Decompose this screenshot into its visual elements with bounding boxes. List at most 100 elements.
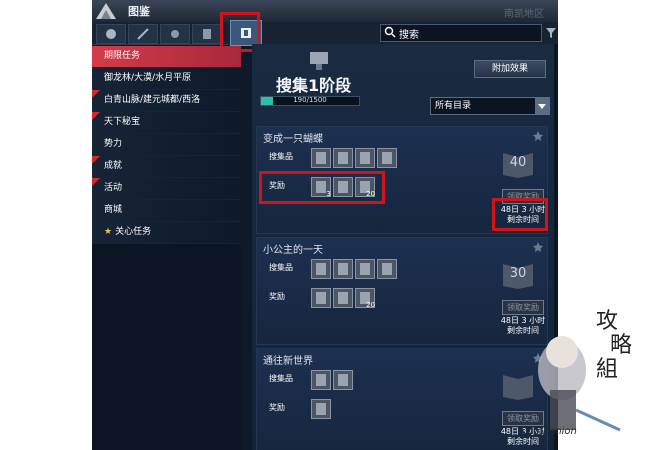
card-title: 小公主的一天 bbox=[263, 245, 323, 256]
title-bar: 图鉴 南凯地区 bbox=[92, 0, 558, 22]
reward-label: 奖励 bbox=[269, 403, 285, 412]
star-icon: ★ bbox=[104, 227, 113, 237]
item-slot[interactable] bbox=[377, 148, 397, 168]
sidebar-item[interactable]: 商城 bbox=[92, 200, 241, 222]
sidebar: 期限任务御龙林/大漠/水月平原 白青山脉/建元城都/西洛 天下秘宝势力成就活动商城 ★… bbox=[92, 46, 241, 450]
item-slot[interactable] bbox=[355, 148, 375, 168]
flag-icon bbox=[92, 156, 100, 164]
tab-accessory[interactable] bbox=[160, 24, 190, 44]
book-icon bbox=[203, 29, 211, 39]
item-slot[interactable] bbox=[311, 148, 331, 168]
highlight-remaining bbox=[492, 198, 548, 231]
tab-weapon[interactable] bbox=[128, 24, 158, 44]
region-label: 南凯地区 bbox=[504, 9, 544, 20]
sidebar-item-label: 天下秘宝 bbox=[104, 117, 141, 127]
item-slot[interactable] bbox=[333, 148, 353, 168]
search-icon bbox=[384, 26, 396, 38]
book-value: 30 bbox=[509, 266, 527, 281]
sidebar-item[interactable]: 势力 bbox=[92, 134, 241, 156]
dropdown-value: 所有目录 bbox=[435, 101, 472, 111]
flag-icon bbox=[92, 178, 100, 186]
reward-items: 20 bbox=[311, 288, 375, 309]
sidebar-item-label: 期限任务 bbox=[104, 51, 141, 61]
item-icon bbox=[316, 152, 326, 164]
item-slot[interactable] bbox=[333, 259, 353, 279]
category-dropdown[interactable]: 所有目录 bbox=[430, 97, 550, 115]
item-slot[interactable] bbox=[311, 370, 331, 390]
sidebar-item[interactable]: 活动 bbox=[92, 178, 241, 200]
filter-icon[interactable] bbox=[546, 28, 556, 38]
tab-misc[interactable] bbox=[192, 24, 222, 44]
item-icon bbox=[316, 374, 326, 386]
item-icon bbox=[338, 152, 348, 164]
search-box[interactable]: 搜索 bbox=[380, 24, 542, 42]
sidebar-item-label: 关心任务 bbox=[115, 227, 152, 237]
stage-progress-bar: 190/1500 bbox=[260, 96, 360, 106]
sidebar-item[interactable]: 期限任务 bbox=[92, 46, 241, 68]
category-tabs: 搜索 bbox=[92, 20, 558, 46]
sidebar-item[interactable]: 御龙林/大漠/水月平原 bbox=[92, 68, 241, 90]
flag-icon bbox=[92, 90, 100, 98]
progress-text: 190/1500 bbox=[293, 96, 327, 104]
collect-label: 搜集品 bbox=[269, 374, 293, 383]
item-icon bbox=[316, 403, 326, 415]
svg-text:略: 略 bbox=[610, 333, 632, 358]
chevron-down-icon bbox=[535, 98, 549, 114]
svg-text:攻: 攻 bbox=[596, 309, 618, 334]
star-icon[interactable] bbox=[533, 242, 543, 252]
item-icon bbox=[338, 374, 348, 386]
collect-label: 搜集品 bbox=[269, 263, 293, 272]
sidebar-item-label: 御龙林/大漠/水月平原 bbox=[104, 73, 192, 83]
flag-icon bbox=[92, 112, 100, 120]
item-icon bbox=[316, 263, 326, 275]
sidebar-item-label: 白青山脉/建元城都/西洛 bbox=[104, 95, 201, 105]
item-slot[interactable] bbox=[355, 259, 375, 279]
emblem-icon bbox=[310, 52, 328, 70]
reward-label: 奖励 bbox=[269, 292, 285, 301]
item-slot[interactable] bbox=[377, 259, 397, 279]
collection-card: 小公主的一天 搜集品 奖励 20 30 领取奖励 48日 3 小时 剩余时间 bbox=[256, 237, 548, 345]
item-icon bbox=[338, 263, 348, 275]
item-slot[interactable]: 20 bbox=[355, 288, 375, 309]
book-icon: 40 bbox=[501, 149, 535, 179]
watermark-text: Companion bbox=[520, 426, 577, 437]
item-slot[interactable] bbox=[311, 399, 331, 419]
collect-items bbox=[311, 148, 397, 168]
book-icon: 30 bbox=[501, 260, 535, 290]
collection-card: 通往新世界 搜集品 奖励 领取奖励 48日 3 小时 剩余时间 bbox=[256, 348, 548, 450]
tab-armor[interactable] bbox=[96, 24, 126, 44]
sidebar-item-label: 商城 bbox=[104, 205, 123, 215]
collect-items bbox=[311, 259, 397, 279]
reward-items bbox=[311, 399, 331, 419]
item-icon bbox=[382, 263, 392, 275]
item-slot[interactable] bbox=[333, 288, 353, 308]
sidebar-item[interactable]: 成就 bbox=[92, 156, 241, 178]
sidebar-item[interactable]: 白青山脉/建元城都/西洛 bbox=[92, 90, 241, 112]
item-slot[interactable] bbox=[333, 370, 353, 390]
sidebar-item[interactable]: ★ 关心任务 bbox=[92, 222, 241, 244]
search-placeholder: 搜索 bbox=[399, 30, 419, 41]
item-icon bbox=[382, 152, 392, 164]
sidebar-item-label: 势力 bbox=[104, 139, 123, 149]
bonus-effect-button[interactable]: 附加效果 bbox=[474, 60, 546, 78]
item-count: 20 bbox=[366, 301, 375, 309]
helmet-icon bbox=[106, 29, 116, 39]
book-value: 40 bbox=[509, 155, 527, 170]
item-slot[interactable] bbox=[311, 259, 331, 279]
highlight-rewards bbox=[259, 171, 385, 204]
item-icon bbox=[316, 292, 326, 304]
game-window: 图鉴 南凯地区 搜索 期限任务御龙林/大漠/水月平原 白青山脉/建元城都/西洛 天下… bbox=[92, 0, 558, 450]
sidebar-item-label: 成就 bbox=[104, 161, 123, 171]
app-logo-icon bbox=[96, 3, 116, 19]
item-slot[interactable] bbox=[311, 288, 331, 308]
window-title: 图鉴 bbox=[128, 5, 150, 18]
collect-items bbox=[311, 370, 353, 390]
item-icon bbox=[360, 152, 370, 164]
star-icon[interactable] bbox=[533, 131, 543, 141]
stage-title: 搜集1阶段 bbox=[276, 76, 352, 95]
sidebar-item-label: 活动 bbox=[104, 183, 123, 193]
card-title: 变成一只蝴蝶 bbox=[263, 134, 323, 145]
sword-icon bbox=[137, 28, 149, 40]
sidebar-item[interactable]: 天下秘宝 bbox=[92, 112, 241, 134]
card-title: 通往新世界 bbox=[263, 356, 313, 367]
